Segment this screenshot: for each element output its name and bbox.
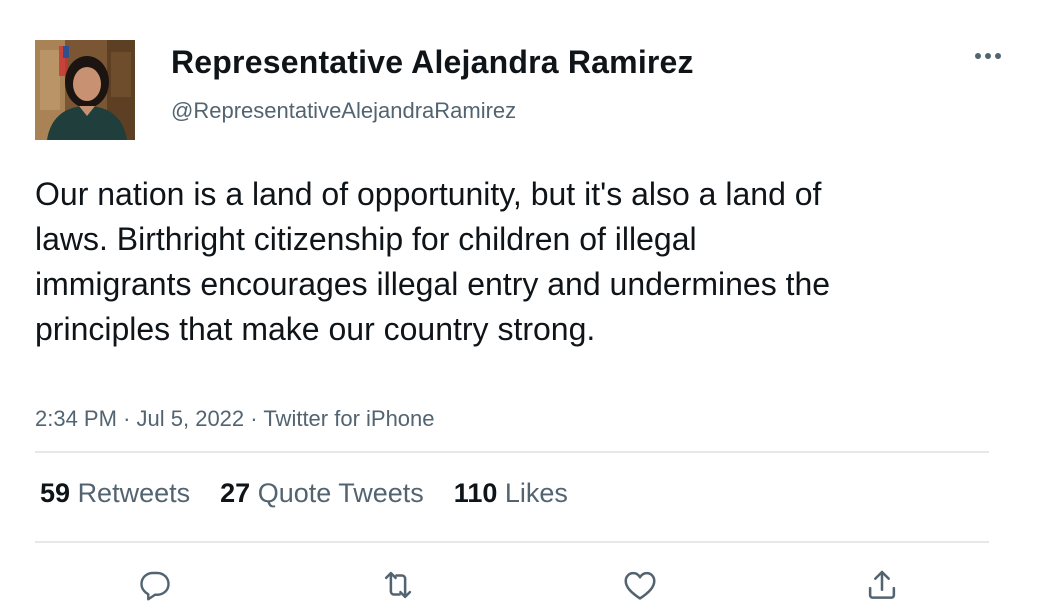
tweet-meta: 2:34 PM · Jul 5, 2022 · Twitter for iPho… [35, 406, 435, 432]
tweet-time[interactable]: 2:34 PM [35, 406, 117, 431]
tweet-stats: 59 Retweets 27 Quote Tweets 110 Likes [40, 478, 598, 509]
likes-count: 110 [453, 478, 498, 508]
heart-icon [624, 571, 656, 600]
retweets-label: Retweets [77, 478, 191, 508]
retweets-count: 59 [40, 478, 71, 508]
more-button[interactable] [968, 44, 1008, 68]
like-button[interactable] [620, 565, 660, 605]
divider [35, 541, 989, 543]
tweet-card: Representative Alejandra Ramirez @Repres… [0, 0, 1050, 615]
tweet-text: Our nation is a land of opportunity, but… [35, 176, 831, 347]
quote-tweets-count: 27 [220, 478, 251, 508]
share-icon [868, 570, 896, 599]
quote-tweets-stat[interactable]: 27 Quote Tweets [220, 478, 424, 509]
more-icon [975, 53, 1001, 59]
avatar[interactable] [35, 40, 135, 140]
author-handle[interactable]: @RepresentativeAlejandraRamirez [171, 98, 516, 124]
retweet-button[interactable] [378, 565, 418, 605]
profile-photo-icon [35, 40, 135, 140]
likes-label: Likes [504, 478, 568, 508]
retweet-icon [384, 571, 412, 599]
likes-stat[interactable]: 110 Likes [454, 478, 568, 509]
reply-icon [140, 571, 170, 601]
share-button[interactable] [862, 565, 902, 605]
retweets-stat[interactable]: 59 Retweets [40, 478, 190, 509]
meta-separator: · [250, 406, 258, 431]
divider [35, 451, 989, 453]
author-display-name[interactable]: Representative Alejandra Ramirez [171, 44, 694, 81]
reply-button[interactable] [135, 565, 175, 605]
quote-tweets-label: Quote Tweets [257, 478, 424, 508]
tweet-source[interactable]: Twitter for iPhone [263, 406, 434, 431]
meta-separator: · [123, 406, 131, 431]
tweet-date[interactable]: Jul 5, 2022 [137, 406, 245, 431]
